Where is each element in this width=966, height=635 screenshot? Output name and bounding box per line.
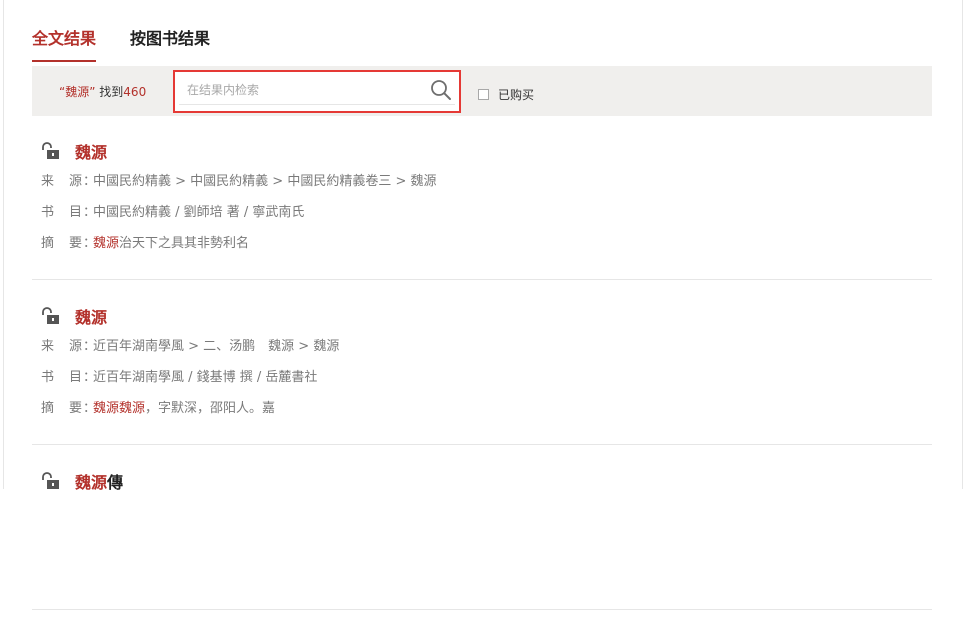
unlock-icon [41,142,61,160]
result-title[interactable]: 魏源 [75,139,107,163]
result-book-info[interactable]: 中國民約精義 / 劉師培 著 / 寧武南氏 [93,205,304,220]
result-book-info[interactable]: 近百年湖南學風 / 錢基博 撰 / 岳麓書社 [93,370,317,385]
purchased-label: 已购买 [498,88,535,102]
result-title-row: 魏源 [32,305,932,327]
purchased-checkbox[interactable] [478,89,489,100]
result-source-path[interactable]: 中國民約精義 > 中國民約精義 > 中國民約精義卷三 > 魏源 [93,174,436,189]
result-title[interactable]: 魏源傳 [75,469,123,493]
search-within-input[interactable] [179,76,455,105]
result-source-path[interactable]: 近百年湖南學風 > 二、汤鹏 魏源 > 魏源 [93,339,339,354]
query-term: 魏源 [65,85,90,99]
result-book: 书 目：中國民約精義 / 劉師培 著 / 寧武南氏 [41,205,305,220]
right-border [962,0,963,489]
found-label: 找到 [99,85,124,99]
search-bar: “魏源” 找到460 已购买 [32,66,932,116]
left-border [3,0,4,489]
result-item: 魏源 来 源：中國民約精義 > 中國民約精義 > 中國民約精義卷三 > 魏源 书… [32,140,932,280]
tab-book-results[interactable]: 按图书结果 [130,22,210,62]
tab-fulltext-results[interactable]: 全文结果 [32,22,97,62]
result-source: 来 源：中國民約精義 > 中國民約精義 > 中國民約精義卷三 > 魏源 [41,174,437,189]
result-title[interactable]: 魏源 [75,304,107,328]
result-abstract: 摘 要：魏源治天下之具其非勢利名 [41,236,250,251]
result-source: 来 源：近百年湖南學風 > 二、汤鹏 魏源 > 魏源 [41,339,340,354]
unlock-icon [41,472,61,490]
result-tabs: 全文结果 按图书结果 [32,22,244,62]
search-icon[interactable] [429,78,453,102]
results-list: 魏源 来 源：中國民約精義 > 中國民約精義 > 中國民約精義卷三 > 魏源 书… [32,140,932,635]
search-within-box [173,70,461,113]
result-abstract: 摘 要：魏源魏源，字默深，邵阳人。嘉 [41,401,276,416]
result-count: “魏源” 找到460 [59,83,146,100]
result-title-row: 魏源 [32,140,932,162]
query-close-quote: ” [89,85,96,99]
result-count-number: 460 [123,85,147,99]
result-book: 书 目：近百年湖南學風 / 錢基博 撰 / 岳麓書社 [41,370,318,385]
purchased-filter[interactable]: 已购买 [478,86,534,103]
unlock-icon [41,307,61,325]
result-item: 魏源傳 [32,470,932,610]
result-item: 魏源 来 源：近百年湖南學風 > 二、汤鹏 魏源 > 魏源 书 目：近百年湖南學… [32,305,932,445]
